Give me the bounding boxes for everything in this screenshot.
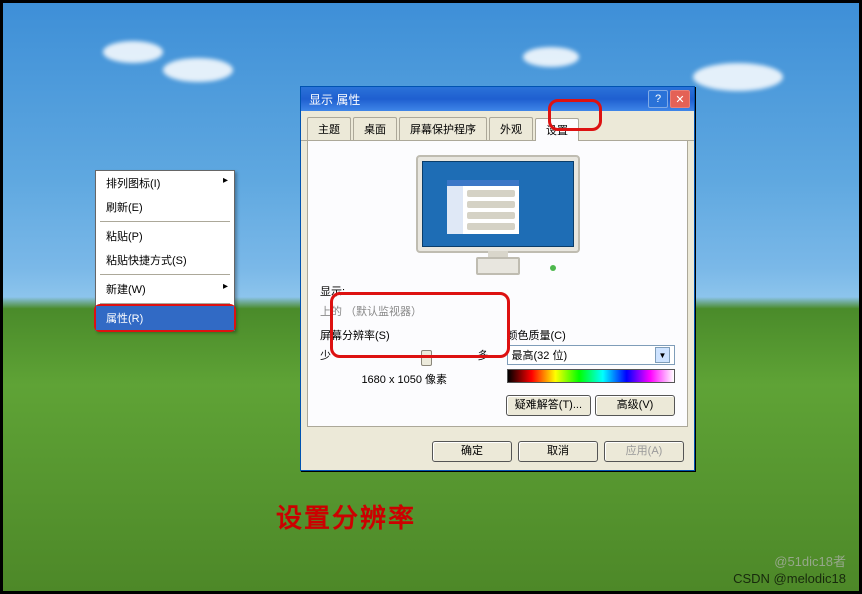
slider-track <box>340 356 469 358</box>
menu-paste-shortcut[interactable]: 粘贴快捷方式(S) <box>96 248 234 272</box>
cancel-button[interactable]: 取消 <box>518 441 598 462</box>
menu-separator <box>100 221 230 222</box>
dialog-footer: 确定 取消 应用(A) <box>301 433 694 470</box>
cloud-deco <box>163 58 233 82</box>
menu-new[interactable]: 新建(W) <box>96 277 234 301</box>
dialog-tabs: 主题 桌面 屏幕保护程序 外观 设置 <box>301 111 694 141</box>
desktop-context-menu: 排列图标(I) 刷新(E) 粘贴(P) 粘贴快捷方式(S) 新建(W) 属性(R… <box>95 170 235 331</box>
menu-properties[interactable]: 属性(R) <box>96 306 234 330</box>
display-label: 显示: <box>320 281 675 301</box>
monitor-preview <box>320 147 675 281</box>
color-quality-value: 最高(32 位) <box>512 347 568 363</box>
annotation-caption: 设置分辨率 <box>276 498 416 535</box>
cloud-deco <box>523 47 579 67</box>
troubleshoot-button[interactable]: 疑难解答(T)... <box>506 395 591 416</box>
color-quality-header: 颜色质量(C) <box>507 325 676 345</box>
display-properties-dialog: 显示 属性 ? ✕ 主题 桌面 屏幕保护程序 外观 设置 <box>300 86 695 471</box>
apply-button[interactable]: 应用(A) <box>604 441 684 462</box>
help-button[interactable]: ? <box>648 90 668 108</box>
menu-paste[interactable]: 粘贴(P) <box>96 224 234 248</box>
color-spectrum-bar <box>507 369 676 383</box>
advanced-button[interactable]: 高级(V) <box>595 395 675 416</box>
chevron-down-icon: ▼ <box>655 347 670 363</box>
watermark-secondary: @51dic18者 <box>774 551 846 570</box>
tab-appearance[interactable]: 外观 <box>489 117 533 140</box>
cloud-deco <box>693 63 783 91</box>
menu-separator <box>100 274 230 275</box>
slider-more-label: 多 <box>478 347 489 363</box>
dialog-title: 显示 属性 <box>309 91 646 108</box>
preview-window <box>447 180 519 234</box>
slider-thumb[interactable] <box>421 350 432 366</box>
resolution-header: 屏幕分辨率(S) <box>320 325 489 345</box>
cloud-deco <box>103 41 163 63</box>
close-button[interactable]: ✕ <box>670 90 690 108</box>
monitor-stand <box>476 257 520 275</box>
resolution-slider[interactable]: 少 多 <box>320 347 489 365</box>
slider-less-label: 少 <box>320 347 331 363</box>
tab-screensaver[interactable]: 屏幕保护程序 <box>399 117 487 140</box>
dialog-titlebar[interactable]: 显示 属性 ? ✕ <box>301 87 694 111</box>
monitor-led-icon <box>550 265 556 271</box>
display-device: 上的 （默认监视器） <box>320 301 675 321</box>
menu-refresh[interactable]: 刷新(E) <box>96 195 234 219</box>
menu-arrange-icons[interactable]: 排列图标(I) <box>96 171 234 195</box>
resolution-value: 1680 x 1050 像素 <box>320 367 489 391</box>
watermark: CSDN @melodic18 <box>733 571 846 586</box>
settings-tab-panel: 显示: 上的 （默认监视器） 屏幕分辨率(S) 少 多 1680 x 1050 … <box>307 141 688 427</box>
color-quality-combo[interactable]: 最高(32 位) ▼ <box>507 345 676 365</box>
monitor-screen <box>422 161 574 247</box>
ok-button[interactable]: 确定 <box>432 441 512 462</box>
tab-theme[interactable]: 主题 <box>307 117 351 140</box>
tab-settings[interactable]: 设置 <box>535 118 579 141</box>
tab-desktop[interactable]: 桌面 <box>353 117 397 140</box>
